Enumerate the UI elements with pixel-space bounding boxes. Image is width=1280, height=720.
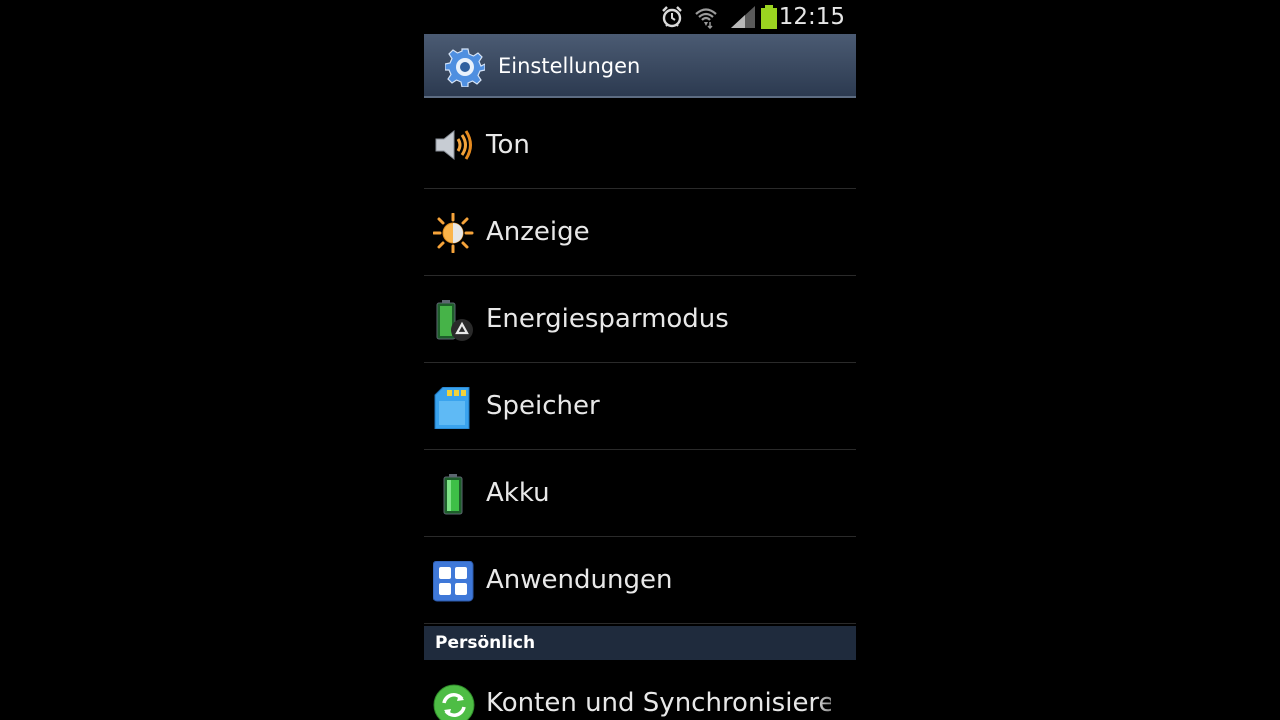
sync-icon: [433, 684, 475, 720]
gear-icon: [444, 47, 486, 91]
text-fade-overlay: [814, 682, 856, 720]
settings-item-label: Akku: [486, 478, 550, 508]
settings-item-energiesparmodus[interactable]: Energiesparmodus: [424, 276, 856, 363]
settings-item-anwendungen[interactable]: Anwendungen: [424, 537, 856, 624]
wifi-icon: [694, 5, 718, 33]
battery-icon: [760, 5, 778, 33]
section-header-label: Persönlich: [435, 633, 536, 653]
settings-item-label: Anzeige: [486, 217, 590, 247]
title-bar: Einstellungen: [424, 34, 856, 98]
settings-item-label: Anwendungen: [486, 565, 673, 595]
settings-screen: 12:15 Einstellungen Ton Anzeige Energies…: [424, 0, 856, 720]
settings-item-label: Ton: [486, 130, 530, 160]
settings-list: Ton Anzeige Energiesparmodus Speicher Ak…: [424, 102, 856, 624]
page-title: Einstellungen: [498, 54, 641, 78]
battery-recycle-icon: [433, 300, 475, 346]
settings-item-konten[interactable]: Konten und Synchronisieren: [424, 662, 856, 720]
speaker-icon: [433, 126, 475, 168]
settings-item-anzeige[interactable]: Anzeige: [424, 189, 856, 276]
settings-item-ton[interactable]: Ton: [424, 102, 856, 189]
section-header: Persönlich: [424, 626, 856, 660]
settings-item-label: Energiesparmodus: [486, 304, 729, 334]
apps-grid-icon: [432, 560, 475, 607]
settings-item-akku[interactable]: Akku: [424, 450, 856, 537]
alarm-icon: [660, 5, 684, 33]
sd-card-icon: [433, 386, 473, 433]
settings-item-speicher[interactable]: Speicher: [424, 363, 856, 450]
sun-icon: [432, 212, 475, 257]
settings-item-label: Speicher: [486, 391, 600, 421]
signal-icon: [730, 5, 756, 33]
settings-item-label: Konten und Synchronisieren: [486, 688, 831, 718]
status-bar: 12:15: [424, 0, 856, 34]
battery-icon: [433, 474, 475, 520]
status-time: 12:15: [778, 4, 845, 30]
